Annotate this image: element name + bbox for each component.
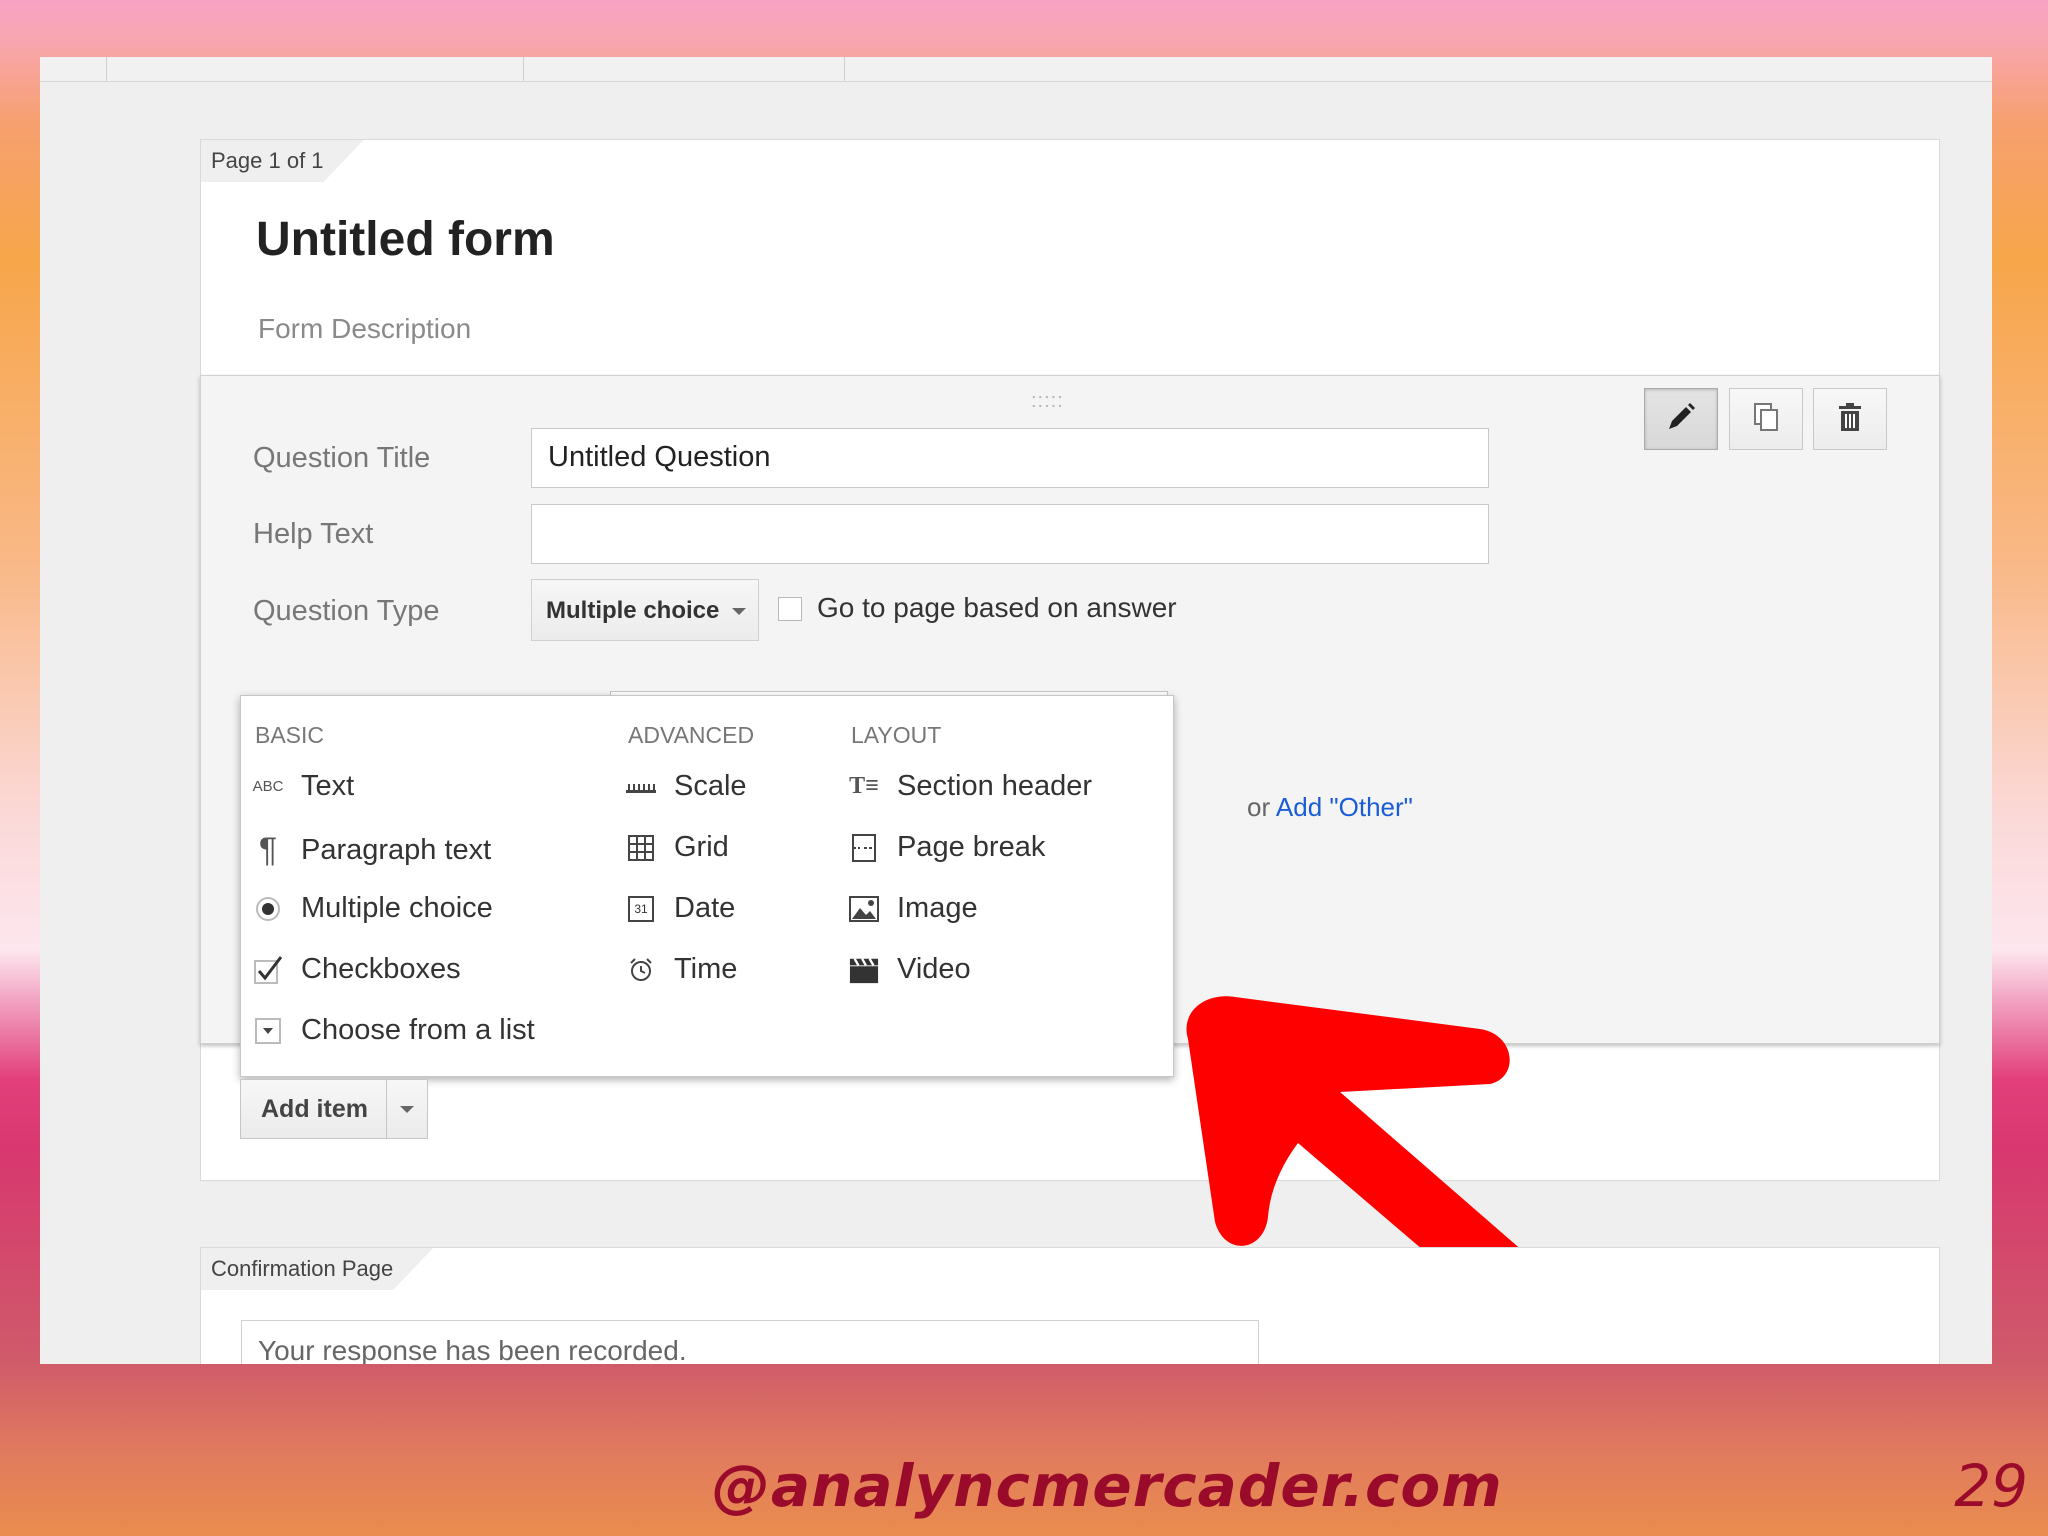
checkmark-icon <box>253 955 283 985</box>
menu-item-label: Grid <box>674 831 729 863</box>
question-type-select[interactable]: Multiple choice <box>531 579 759 641</box>
menu-item-paragraph-text[interactable]: ¶ Paragraph text <box>253 831 491 870</box>
dropdown-icon <box>253 1017 283 1044</box>
section-header-icon: T≡ <box>849 773 879 799</box>
menu-item-label: Text <box>301 770 355 802</box>
menu-item-grid[interactable]: Grid <box>626 831 729 864</box>
add-item-button[interactable]: Add item <box>240 1079 428 1139</box>
help-text-label: Help Text <box>253 518 374 550</box>
add-other-link[interactable]: Add "Other" <box>1276 792 1413 822</box>
confirmation-message-input[interactable]: Your response has been recorded. <box>241 1320 1259 1364</box>
menu-item-label: Checkboxes <box>301 953 461 985</box>
image-icon <box>849 895 879 922</box>
menu-item-label: Image <box>897 892 978 924</box>
form-editor-screenshot: Page 1 of 1 Untitled form Form Descripti… <box>40 57 1992 1364</box>
calendar-day: 31 <box>628 895 654 922</box>
copy-icon <box>1749 400 1783 439</box>
abc-icon: ABC <box>252 778 284 795</box>
layout-heading: LAYOUT <box>851 722 942 748</box>
page-break-icon <box>849 833 879 863</box>
menu-item-label: Time <box>674 953 738 985</box>
menu-item-label: Scale <box>674 770 747 802</box>
delete-button[interactable] <box>1813 388 1887 450</box>
question-type-label: Question Type <box>253 595 440 627</box>
question-title-label: Question Title <box>253 442 431 474</box>
menu-item-section-header[interactable]: T≡ Section header <box>849 770 1092 803</box>
confirmation-card: Confirmation Page Your response has been… <box>200 1247 1940 1364</box>
menu-item-label: Page break <box>897 831 1046 863</box>
menu-item-label: Date <box>674 892 736 924</box>
trash-icon <box>1833 400 1867 439</box>
add-item-menu: BASIC ADVANCED LAYOUT ABC Text ¶ Paragra… <box>240 695 1174 1077</box>
form-title[interactable]: Untitled form <box>256 212 555 267</box>
question-type-value: Multiple choice <box>546 597 720 624</box>
calendar-icon: 31 <box>626 895 656 922</box>
question-title-input[interactable]: Untitled Question <box>531 428 1489 488</box>
confirmation-tab[interactable]: Confirmation Page <box>201 1248 433 1290</box>
paragraph-icon: ¶ <box>258 831 278 869</box>
menu-item-multiple-choice[interactable]: Multiple choice <box>253 892 493 925</box>
radio-icon <box>253 896 283 922</box>
add-item-label: Add item <box>261 1095 368 1123</box>
menu-item-label: Choose from a list <box>301 1014 535 1046</box>
help-text-input[interactable] <box>531 504 1489 564</box>
toolbar-strip <box>40 57 1992 82</box>
chevron-down-icon[interactable] <box>400 1106 414 1113</box>
goto-page-label: Go to page based on answer <box>817 592 1177 623</box>
pencil-icon <box>1664 400 1698 439</box>
menu-item-label: Multiple choice <box>301 892 493 924</box>
menu-item-label: Paragraph text <box>301 834 492 866</box>
menu-item-choose-from-list[interactable]: Choose from a list <box>253 1014 535 1047</box>
advanced-heading: ADVANCED <box>628 722 755 748</box>
menu-item-video[interactable]: Video <box>849 953 971 986</box>
duplicate-button[interactable] <box>1729 388 1803 450</box>
scale-icon <box>626 780 656 794</box>
add-other-row: or Add "Other" <box>1247 792 1413 823</box>
page-tab[interactable]: Page 1 of 1 <box>201 140 364 182</box>
basic-heading: BASIC <box>255 722 325 748</box>
edit-button[interactable] <box>1644 388 1718 450</box>
menu-item-time[interactable]: Time <box>626 953 737 986</box>
menu-item-checkboxes[interactable]: Checkboxes <box>253 953 461 986</box>
menu-item-date[interactable]: 31 Date <box>626 892 735 925</box>
menu-item-text[interactable]: ABC Text <box>252 770 355 803</box>
drag-handle[interactable]: ::::: <box>1031 390 1064 413</box>
menu-item-label: Section header <box>897 770 1093 802</box>
slide-page-number: 29 <box>1954 1452 2028 1520</box>
form-description[interactable]: Form Description <box>258 313 471 345</box>
grid-icon <box>626 834 656 862</box>
add-other-prefix: or <box>1247 792 1276 822</box>
clapperboard-icon <box>849 955 879 985</box>
menu-item-label: Video <box>897 953 971 985</box>
alarm-clock-icon <box>626 957 656 983</box>
goto-page-checkbox[interactable] <box>778 597 802 621</box>
button-divider <box>386 1080 387 1138</box>
menu-item-image[interactable]: Image <box>849 892 978 925</box>
menu-item-page-break[interactable]: Page break <box>849 831 1045 864</box>
chevron-down-icon <box>732 608 746 615</box>
menu-item-scale[interactable]: Scale <box>626 770 747 803</box>
footer-handle: @analyncmercader.com <box>712 1452 1503 1520</box>
